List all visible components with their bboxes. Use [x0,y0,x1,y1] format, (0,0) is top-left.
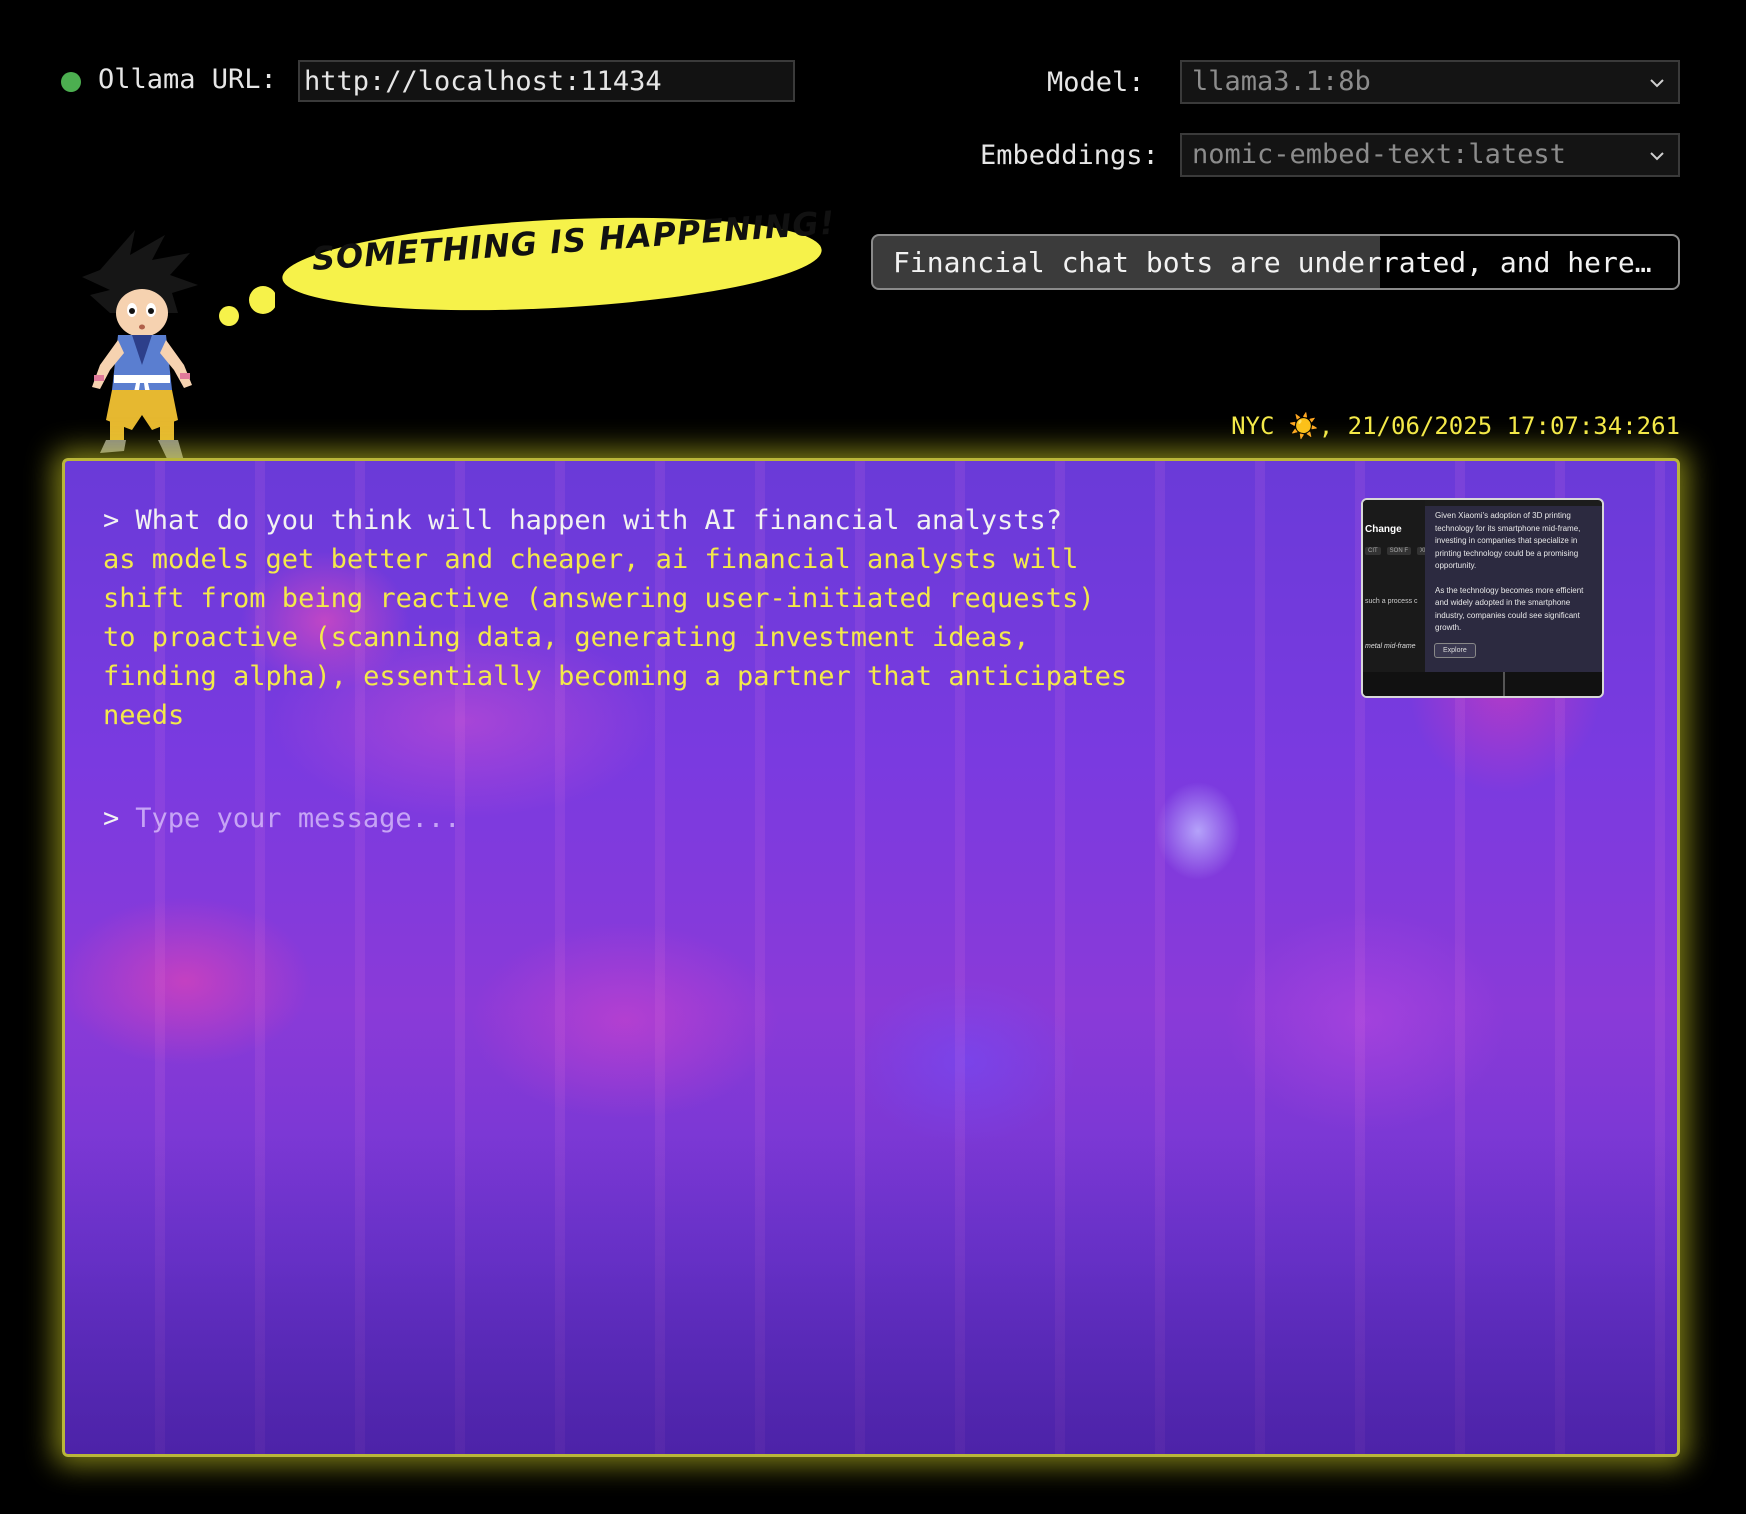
chevron-down-icon [1650,152,1664,161]
popover-paragraph: Given Xiaomi's adoption of 3D printing t… [1435,511,1581,570]
location-timestamp: NYC ☀️, 21/06/2025 17:07:34:261 [1231,412,1680,440]
chevron-down-icon [1650,79,1664,88]
prompt-caret: > [103,803,120,834]
thumbnail-tags: CIT SON F XIA [1365,547,1433,555]
embeddings-select[interactable]: nomic-embed-text:latest [1180,133,1680,177]
user-message: > What do you think will happen with AI … [103,505,1063,536]
message-input[interactable] [135,803,1036,834]
app-root: Ollama URL: Model: llama3.1:8b Embedding… [0,0,1746,1514]
thumbnail-tag: SON F [1386,547,1412,555]
message-input-row: > [103,803,1036,834]
thumbnail-tag: CIT [1365,547,1381,555]
thumbnail-bottom-strip [1363,672,1602,696]
ollama-url-input[interactable] [298,60,795,102]
headline-ticker-text: Financial chat bots are underrated, and … [893,246,1652,279]
thumbnail-left-text: metal mid-frame [1365,643,1416,650]
thumbnail-divider [1503,672,1505,696]
chat-transcript: > What do you think will happen with AI … [103,501,1183,735]
popover-paragraph: As the technology becomes more efficient… [1435,585,1584,633]
thought-dots [219,286,275,326]
model-label: Model: [1047,67,1145,98]
embeddings-label: Embeddings: [980,140,1159,171]
panel-background-shade [65,1134,1677,1454]
model-select-value: llama3.1:8b [1192,66,1371,97]
thumbnail-title: Change [1365,524,1402,535]
embeddings-select-value: nomic-embed-text:latest [1192,139,1566,170]
ollama-url-label: Ollama URL: [98,64,277,95]
headline-ticker[interactable]: Financial chat bots are underrated, and … [871,234,1680,290]
assistant-message: as models get better and cheaper, ai fin… [103,544,1128,731]
model-select[interactable]: llama3.1:8b [1180,60,1680,104]
preview-thumbnail[interactable]: Change CIT SON F XIA such a process c me… [1361,498,1604,698]
thumbnail-popover: Given Xiaomi's adoption of 3D printing t… [1425,506,1602,672]
mascot-character-image [82,230,198,465]
explore-button[interactable]: Explore [1434,643,1476,658]
chat-panel: > What do you think will happen with AI … [62,458,1680,1457]
thumbnail-left-text: such a process c [1365,598,1418,605]
connection-status-dot [61,72,81,92]
